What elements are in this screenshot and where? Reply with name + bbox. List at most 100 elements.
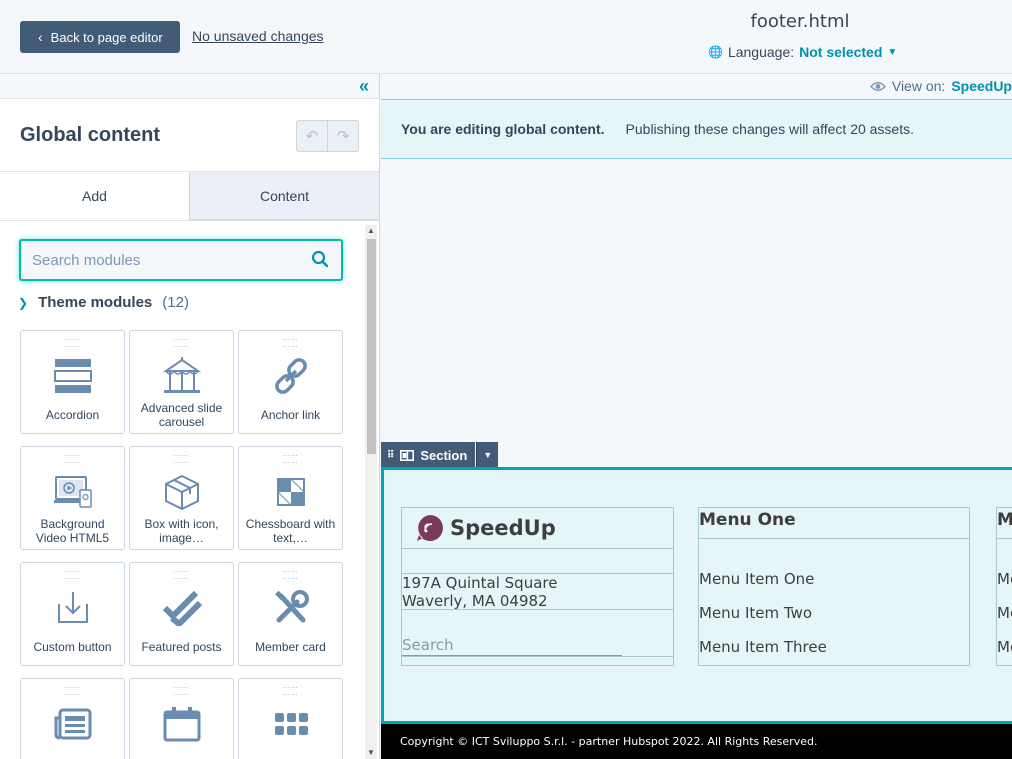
globe-icon: 🌐 xyxy=(708,45,723,59)
module-tile[interactable]: ⋯⋯ ⋯⋯ Anchor link xyxy=(238,330,343,434)
drag-handle-icon[interactable]: ⋯⋯ ⋯⋯ xyxy=(130,337,233,351)
drag-handle-icon[interactable]: ⋯⋯ ⋯⋯ xyxy=(239,569,342,583)
sidebar: « Global content ↶ ↷ Add Content ❯ Theme… xyxy=(0,74,380,759)
caret-down-icon[interactable]: ▼ xyxy=(887,47,897,58)
divider xyxy=(402,609,673,610)
sidebar-scrollbar[interactable]: ▲ ▼ xyxy=(365,225,377,759)
menu-one-title: Menu One xyxy=(699,508,969,539)
banner-note: Publishing these changes will affect 20 … xyxy=(625,121,915,137)
menu-item-three-link[interactable]: Menu Item Three xyxy=(699,638,827,656)
module-tile[interactable]: ⋯⋯ ⋯⋯ xyxy=(20,678,125,759)
address-line-1: 197A Quintal Square xyxy=(402,574,558,592)
drag-handle-icon[interactable]: ⠿ xyxy=(387,450,394,461)
logo-text: SpeedUp xyxy=(450,516,556,540)
unsaved-changes-link[interactable]: No unsaved changes xyxy=(192,28,324,44)
language-value[interactable]: Not selected xyxy=(799,44,882,60)
view-on-control[interactable]: View on: SpeedUp xyxy=(869,78,1012,94)
module-label: Accordion xyxy=(45,408,100,422)
banner-title: You are editing global content. xyxy=(401,121,605,137)
drag-handle-icon[interactable]: ⋯⋯ ⋯⋯ xyxy=(130,453,233,467)
button-icon xyxy=(21,587,124,629)
theme-modules-header[interactable]: ❯ Theme modules (12) xyxy=(18,294,189,311)
menu-two-item-link[interactable]: Me xyxy=(997,638,1012,656)
drag-handle-icon[interactable]: ⋯⋯ ⋯⋯ xyxy=(21,337,124,351)
main-editor-area: View on: SpeedUp You are editing global … xyxy=(381,74,1012,759)
module-label: Anchor link xyxy=(260,408,321,422)
accordion-icon xyxy=(21,355,124,397)
menu-item-one-link[interactable]: Menu Item One xyxy=(699,570,814,588)
back-to-page-editor-button[interactable]: ‹ Back to page editor xyxy=(20,21,180,53)
link-icon xyxy=(239,355,342,397)
drag-handle-icon[interactable]: ⋯⋯ ⋯⋯ xyxy=(239,337,342,351)
footer-column-menu-one[interactable]: Menu One Menu Item One Menu Item Two Men… xyxy=(698,507,970,666)
menu-two-item-link[interactable]: Me xyxy=(997,570,1012,588)
scroll-up-icon[interactable]: ▲ xyxy=(365,225,377,237)
drag-handle-icon[interactable]: ⋯⋯ ⋯⋯ xyxy=(239,685,342,699)
module-tile[interactable]: ⋯⋯ ⋯⋯ Custom button xyxy=(20,562,125,666)
undo-redo-group: ↶ ↷ xyxy=(296,120,359,152)
language-selector[interactable]: 🌐 Language: Not selected ▼ xyxy=(708,44,897,60)
section-layout-icon xyxy=(400,449,415,461)
section-menu-caret-icon[interactable]: ▼ xyxy=(476,442,499,468)
chevron-left-icon: ‹ xyxy=(38,29,43,45)
drag-handle-icon[interactable]: ⋯⋯ ⋯⋯ xyxy=(21,569,124,583)
sidebar-header: Global content ↶ ↷ xyxy=(0,99,379,172)
module-tile[interactable]: ⋯⋯ ⋯⋯ Featured posts xyxy=(129,562,234,666)
search-modules-input[interactable] xyxy=(21,241,291,279)
back-button-label: Back to page editor xyxy=(50,29,163,45)
sidebar-tabs: Add Content xyxy=(0,172,379,221)
divider xyxy=(402,656,673,657)
drag-handle-icon[interactable]: ⋯⋯ ⋯⋯ xyxy=(130,569,233,583)
menu-two-title: M xyxy=(997,508,1012,539)
drag-handle-icon[interactable]: ⋯⋯ ⋯⋯ xyxy=(21,453,124,467)
drag-handle-icon[interactable]: ⋯⋯ ⋯⋯ xyxy=(239,453,342,467)
menu-item-two-link[interactable]: Menu Item Two xyxy=(699,604,812,622)
copyright-bar: Copyright © ICT Sviluppo S.r.l. - partne… xyxy=(381,724,1012,759)
section-label-chip[interactable]: ⠿ Section xyxy=(381,442,476,468)
tools-icon xyxy=(239,587,342,629)
grid-icon xyxy=(239,703,342,745)
module-tile[interactable]: ⋯⋯ ⋯⋯ Background Video HTML5 xyxy=(20,446,125,550)
scroll-down-icon[interactable]: ▼ xyxy=(365,747,377,759)
chessboard-icon xyxy=(239,471,342,513)
sidebar-title: Global content xyxy=(20,124,160,146)
address-line-2: Waverly, MA 04982 xyxy=(402,592,548,610)
box-icon xyxy=(130,471,233,513)
section-toolbar[interactable]: ⠿ Section ▼ xyxy=(381,442,499,468)
footer-column-menu-two[interactable]: M Me Me Me xyxy=(996,507,1012,666)
news-icon xyxy=(21,703,124,745)
calendar-icon xyxy=(130,703,233,745)
drag-handle-icon[interactable]: ⋯⋯ ⋯⋯ xyxy=(130,685,233,699)
undo-icon[interactable]: ↶ xyxy=(297,121,327,151)
collapse-row: « xyxy=(0,74,379,99)
footer-search-input[interactable]: Search xyxy=(402,636,622,656)
carousel-icon xyxy=(130,355,233,397)
eye-icon xyxy=(869,81,886,91)
module-tile[interactable]: ⋯⋯ ⋯⋯ Box with icon, image… xyxy=(129,446,234,550)
chevron-down-icon[interactable]: ❯ xyxy=(18,296,28,310)
tab-content[interactable]: Content xyxy=(189,172,379,220)
module-tile[interactable]: ⋯⋯ ⋯⋯ xyxy=(238,678,343,759)
module-tile[interactable]: ⋯⋯ ⋯⋯ xyxy=(129,678,234,759)
search-icon[interactable] xyxy=(311,250,329,268)
collapse-sidebar-icon[interactable]: « xyxy=(359,76,369,97)
module-tile[interactable]: ⋯⋯ ⋯⋯ Chessboard with text,… xyxy=(238,446,343,550)
file-name: footer.html xyxy=(750,11,850,32)
drag-handle-icon[interactable]: ⋯⋯ ⋯⋯ xyxy=(21,685,124,699)
menu-two-item-link[interactable]: Me xyxy=(997,604,1012,622)
module-label: Custom button xyxy=(33,640,112,654)
module-tile[interactable]: ⋯⋯ ⋯⋯ Accordion xyxy=(20,330,125,434)
video-icon xyxy=(21,471,124,513)
view-on-value[interactable]: SpeedUp xyxy=(951,78,1012,94)
scrollbar-thumb[interactable] xyxy=(367,239,376,454)
speedup-logo-icon xyxy=(417,515,443,541)
module-tile[interactable]: ⋯⋯ ⋯⋯ Advanced slide carousel xyxy=(129,330,234,434)
module-tile[interactable]: ⋯⋯ ⋯⋯ Member card xyxy=(238,562,343,666)
footer-logo[interactable]: SpeedUp xyxy=(402,508,673,549)
module-label: Background Video HTML5 xyxy=(35,517,110,545)
redo-icon[interactable]: ↷ xyxy=(327,121,358,151)
footer-column-brand[interactable]: SpeedUp 197A Quintal Square Waverly, MA … xyxy=(401,507,674,666)
footer-section-preview[interactable]: SpeedUp 197A Quintal Square Waverly, MA … xyxy=(381,467,1012,724)
top-bar: ‹ Back to page editor No unsaved changes… xyxy=(0,0,1012,74)
tab-add[interactable]: Add xyxy=(0,172,189,220)
